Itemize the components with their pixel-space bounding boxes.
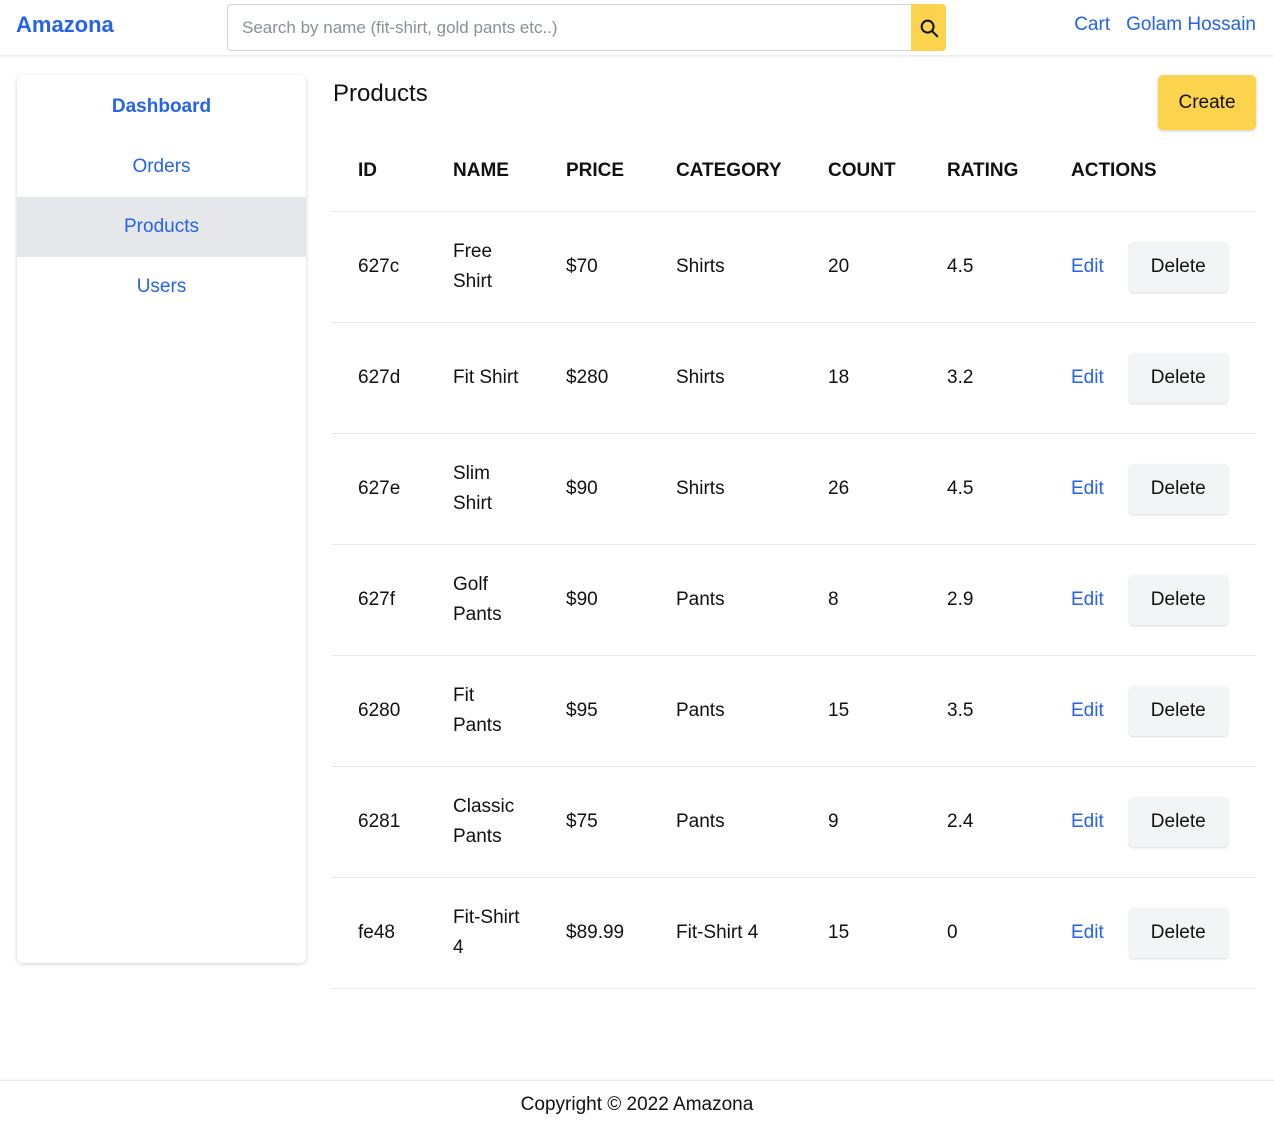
create-product-button[interactable]: Create (1158, 75, 1256, 130)
table-row: 6281 Classic Pants $75 Pants 9 2.4 Edit D… (332, 766, 1256, 877)
cell-rating: 2.9 (947, 588, 974, 610)
cell-id: 6280 (358, 699, 401, 721)
cell-id: 627c (358, 255, 400, 277)
copyright-text: Copyright © 2022 Amazona (520, 1094, 754, 1115)
cell-category: Shirts (676, 255, 725, 277)
table-row: 6280 Fit Pants $95 Pants 15 3.5 Edit Dele… (332, 655, 1256, 766)
delete-button[interactable]: Delete (1128, 574, 1228, 625)
edit-link[interactable]: Edit (1071, 922, 1104, 943)
page-title: Products (333, 80, 428, 107)
cell-name: Fit Pants (453, 684, 502, 736)
table-row: fe48 Fit-Shirt 4 $89.99 Fit-Shirt 4 15 0… (332, 877, 1256, 988)
column-header-actions: ACTIONS (1071, 160, 1157, 182)
cell-price: $75 (566, 810, 598, 832)
cell-price: $89.99 (566, 921, 625, 943)
table-row: 627d Fit Shirt $280 Shirts 18 3.2 Edit De… (332, 322, 1256, 433)
column-header-id: ID (358, 160, 377, 182)
column-header-category: CATEGORY (676, 160, 782, 182)
cell-actions: Edit Delete (1045, 766, 1256, 877)
cell-id: 627d (358, 366, 401, 388)
edit-link[interactable]: Edit (1071, 478, 1104, 499)
cell-rating: 2.4 (947, 810, 974, 832)
cell-count: 26 (828, 477, 850, 499)
sidebar-item-dashboard[interactable]: Dashboard (17, 77, 306, 137)
cell-id: 6281 (358, 810, 401, 832)
cell-category: Shirts (676, 366, 725, 388)
cell-count: 18 (828, 366, 850, 388)
cell-price: $95 (566, 699, 598, 721)
delete-button[interactable]: Delete (1128, 796, 1228, 847)
cell-name: Golf Pants (453, 573, 502, 625)
cell-name: Free Shirt (453, 240, 493, 292)
cell-actions: Edit Delete (1045, 322, 1256, 433)
cell-rating: 3.2 (947, 366, 974, 388)
admin-sidebar: Dashboard Orders Products Users (17, 75, 306, 963)
table-row: 627e Slim Shirt $90 Shirts 26 4.5 Edit De… (332, 433, 1256, 544)
search-button[interactable] (911, 4, 946, 51)
edit-link[interactable]: Edit (1071, 256, 1104, 277)
cart-link[interactable]: Cart (1074, 14, 1110, 36)
cell-count: 15 (828, 921, 850, 943)
cell-price: $90 (566, 588, 598, 610)
edit-link[interactable]: Edit (1071, 700, 1104, 721)
cell-price: $280 (566, 366, 609, 388)
cell-actions: Edit Delete (1045, 211, 1256, 322)
delete-button[interactable]: Delete (1128, 241, 1228, 292)
products-table: ID NAME PRICE CATEGORY COUNT RATING ACTI… (332, 132, 1256, 989)
edit-link[interactable]: Edit (1071, 589, 1104, 610)
cell-actions: Edit Delete (1045, 433, 1256, 544)
search-input[interactable] (227, 4, 911, 51)
sidebar-item-orders[interactable]: Orders (17, 137, 306, 197)
cell-id: 627f (358, 588, 395, 610)
delete-button[interactable]: Delete (1128, 352, 1228, 403)
search-form (227, 4, 946, 51)
sidebar-item-products[interactable]: Products (17, 197, 306, 257)
cell-price: $90 (566, 477, 598, 499)
edit-link[interactable]: Edit (1071, 811, 1104, 832)
cell-name: Fit Shirt (453, 366, 519, 388)
cell-category: Fit-Shirt 4 (676, 921, 759, 943)
delete-button[interactable]: Delete (1128, 685, 1228, 736)
cell-count: 20 (828, 255, 850, 277)
user-menu-link[interactable]: Golam Hossain (1126, 14, 1256, 36)
cell-category: Pants (676, 810, 725, 832)
table-row: 627c Free Shirt $70 Shirts 20 4.5 Edit De… (332, 211, 1256, 322)
brand-logo-link[interactable]: Amazona (16, 12, 114, 38)
products-table-container: ID NAME PRICE CATEGORY COUNT RATING ACTI… (332, 132, 1256, 989)
page-footer: Copyright © 2022 Amazona (0, 1080, 1274, 1129)
header-nav-links: Cart Golam Hossain (1074, 14, 1256, 36)
cell-name: Slim Shirt (453, 462, 493, 514)
cell-rating: 0 (947, 921, 958, 943)
cell-actions: Edit Delete (1045, 655, 1256, 766)
cell-count: 8 (828, 588, 839, 610)
edit-link[interactable]: Edit (1071, 367, 1104, 388)
cell-category: Shirts (676, 477, 725, 499)
cell-id: 627e (358, 477, 401, 499)
cell-name: Classic Pants (453, 795, 515, 847)
cell-rating: 4.5 (947, 255, 974, 277)
cell-rating: 3.5 (947, 699, 974, 721)
cell-count: 15 (828, 699, 850, 721)
cell-actions: Edit Delete (1045, 544, 1256, 655)
table-header-row: ID NAME PRICE CATEGORY COUNT RATING ACTI… (332, 132, 1256, 211)
cell-rating: 4.5 (947, 477, 974, 499)
cell-count: 9 (828, 810, 839, 832)
cell-category: Pants (676, 588, 725, 610)
cell-actions: Edit Delete (1045, 877, 1256, 988)
search-icon (920, 19, 938, 37)
top-navbar: Amazona Cart Golam Hossain (0, 0, 1274, 55)
delete-button[interactable]: Delete (1128, 907, 1228, 958)
table-row: 627f Golf Pants $90 Pants 8 2.9 Edit Dele… (332, 544, 1256, 655)
column-header-name: NAME (453, 160, 509, 182)
column-header-count: COUNT (828, 160, 896, 182)
cell-price: $70 (566, 255, 598, 277)
delete-button[interactable]: Delete (1128, 463, 1228, 514)
cell-id: fe48 (358, 921, 395, 943)
cell-name: Fit-Shirt 4 (453, 906, 520, 958)
sidebar-item-users[interactable]: Users (17, 257, 306, 317)
column-header-price: PRICE (566, 160, 625, 182)
column-header-rating: RATING (947, 160, 1019, 182)
cell-category: Pants (676, 699, 725, 721)
